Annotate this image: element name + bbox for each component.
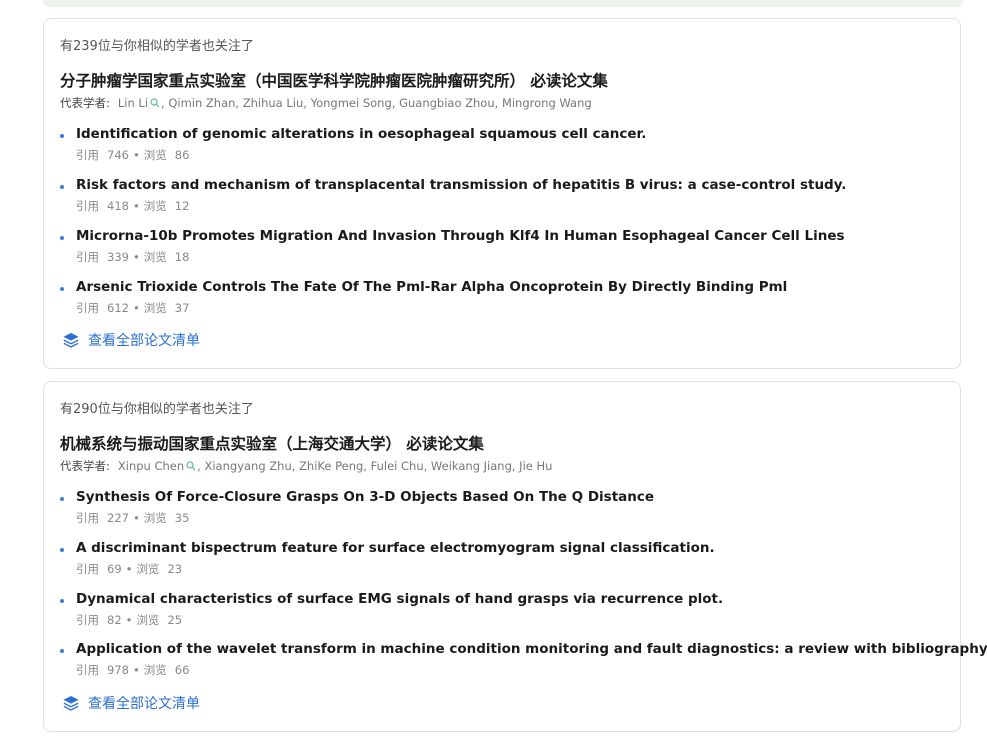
view-count: 12: [174, 199, 190, 213]
scholars-label: 代表学者:: [60, 96, 110, 110]
bullet: [60, 497, 64, 501]
view-label: 浏览: [143, 663, 167, 677]
view-count: 18: [174, 250, 190, 264]
collection-title[interactable]: 分子肿瘤学国家重点实验室（中国医学科学院肿瘤医院肿瘤研究所） 必读论文集: [60, 69, 608, 91]
paper-title-link[interactable]: Synthesis Of Force-Closure Grasps On 3-D…: [76, 489, 654, 505]
layers-icon: [63, 696, 79, 711]
cite-count: 82: [107, 613, 122, 627]
cite-count: 418: [107, 199, 129, 213]
view-label: 浏览: [143, 250, 167, 264]
bullet: [60, 185, 64, 189]
lead-scholar-link[interactable]: Lin Li: [118, 96, 148, 110]
cite-count: 227: [107, 511, 129, 525]
paper-stats: 引用 978 • 浏览 66: [76, 663, 190, 677]
cite-label: 引用: [76, 250, 99, 264]
view-all-papers-link[interactable]: 查看全部论文清单: [62, 693, 200, 713]
cite-count: 612: [107, 301, 129, 315]
view-count: 37: [174, 301, 190, 315]
view-label: 浏览: [143, 199, 167, 213]
view-count: 35: [174, 511, 190, 525]
view-label: 浏览: [143, 148, 167, 162]
cite-count: 69: [107, 562, 122, 576]
view-count: 25: [167, 613, 183, 627]
paper-title-link[interactable]: Application of the wavelet transform in …: [76, 641, 987, 657]
paper-title-link[interactable]: A discriminant bispectrum feature for su…: [76, 540, 715, 556]
view-count: 86: [174, 148, 190, 162]
search-icon[interactable]: [186, 460, 196, 474]
layers-icon: [63, 333, 79, 348]
cite-label: 引用: [76, 511, 99, 525]
cite-label: 引用: [76, 613, 99, 627]
similar-scholars-text: 有290位与你相似的学者也关注了: [60, 402, 254, 417]
paper-title-link[interactable]: Microrna-10b Promotes Migration And Inva…: [76, 228, 845, 244]
bullet: [60, 649, 64, 653]
paper-stats: 引用 612 • 浏览 37: [76, 301, 190, 315]
view-all-label[interactable]: 查看全部论文清单: [88, 693, 200, 713]
view-label: 浏览: [143, 301, 167, 315]
view-all-papers-link[interactable]: 查看全部论文清单: [62, 330, 200, 350]
cite-count: 746: [107, 148, 129, 162]
paper-stats: 引用 82 • 浏览 25: [76, 613, 183, 627]
representative-scholars: 代表学者: Xinpu Chen , Xiangyang Zhu, ZhiKe Pe…: [60, 458, 552, 474]
search-icon[interactable]: [150, 97, 160, 111]
bullet: [60, 548, 64, 552]
view-all-label[interactable]: 查看全部论文清单: [88, 330, 200, 350]
paper-title-link[interactable]: Dynamical characteristics of surface EMG…: [76, 591, 723, 607]
cite-label: 引用: [76, 301, 99, 315]
other-scholars[interactable]: , Xiangyang Zhu, ZhiKe Peng, Fulei Chu, …: [197, 459, 552, 473]
bullet: [60, 134, 64, 138]
paper-stats: 引用 339 • 浏览 18: [76, 250, 190, 264]
paper-stats: 引用 746 • 浏览 86: [76, 148, 190, 162]
cite-label: 引用: [76, 663, 99, 677]
cite-label: 引用: [76, 562, 99, 576]
representative-scholars: 代表学者: Lin Li , Qimin Zhan, Zhihua Liu, Yon…: [60, 95, 592, 111]
cite-label: 引用: [76, 199, 99, 213]
bullet: [60, 236, 64, 240]
previous-card-bottom: [43, 0, 963, 7]
lead-scholar-link[interactable]: Xinpu Chen: [118, 459, 184, 473]
similar-scholars-text: 有239位与你相似的学者也关注了: [60, 39, 254, 54]
paper-title-link[interactable]: Risk factors and mechanism of transplace…: [76, 177, 846, 193]
cite-count: 978: [107, 663, 129, 677]
view-label: 浏览: [136, 613, 160, 627]
view-label: 浏览: [136, 562, 160, 576]
cite-count: 339: [107, 250, 129, 264]
collection-card: 有239位与你相似的学者也关注了 分子肿瘤学国家重点实验室（中国医学科学院肿瘤医…: [43, 18, 961, 369]
collection-title[interactable]: 机械系统与振动国家重点实验室（上海交通大学） 必读论文集: [60, 432, 484, 454]
paper-stats: 引用 227 • 浏览 35: [76, 511, 190, 525]
paper-title-link[interactable]: Identification of genomic alterations in…: [76, 126, 646, 142]
bullet: [60, 287, 64, 291]
cite-label: 引用: [76, 148, 99, 162]
view-count: 23: [167, 562, 183, 576]
view-label: 浏览: [143, 511, 167, 525]
view-count: 66: [174, 663, 190, 677]
paper-stats: 引用 418 • 浏览 12: [76, 199, 190, 213]
paper-title-link[interactable]: Arsenic Trioxide Controls The Fate Of Th…: [76, 279, 787, 295]
scholars-label: 代表学者:: [60, 459, 110, 473]
bullet: [60, 599, 64, 603]
other-scholars[interactable]: , Qimin Zhan, Zhihua Liu, Yongmei Song, …: [161, 96, 592, 110]
collection-card: 有290位与你相似的学者也关注了 机械系统与振动国家重点实验室（上海交通大学） …: [43, 381, 987, 732]
paper-stats: 引用 69 • 浏览 23: [76, 562, 183, 576]
